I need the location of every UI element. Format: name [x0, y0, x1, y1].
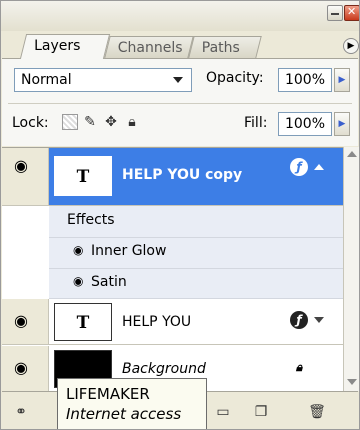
lock-transparent-pixels-icon[interactable]: [62, 114, 78, 130]
layer-name: HELP YOU: [122, 314, 192, 330]
effects-icon: ƒ: [290, 158, 308, 176]
divider: [8, 103, 352, 104]
visibility-toggle[interactable]: ◉: [2, 299, 49, 344]
lock-label: Lock:: [12, 115, 49, 131]
tooltip: LIFEMAKER Internet access: [57, 378, 207, 429]
visibility-toggle[interactable]: ◉: [2, 346, 49, 391]
fill-field[interactable]: 100%: [278, 112, 332, 136]
close-icon[interactable]: [344, 5, 359, 21]
eye-icon: ◉: [14, 156, 28, 175]
panel-tabs: Paths Channels Layers ▶: [13, 34, 359, 59]
layer-name: Background: [122, 361, 206, 377]
visibility-toggle[interactable]: ◉: [2, 148, 49, 205]
effect-name: Satin: [91, 274, 127, 290]
lock-position-icon[interactable]: ✥: [103, 114, 119, 130]
tab-channels[interactable]: Channels: [104, 36, 194, 58]
scroll-down-icon[interactable]: [347, 379, 357, 385]
effect-name: Inner Glow: [91, 243, 167, 259]
scroll-up-icon[interactable]: [347, 151, 357, 157]
effects-icon: ƒ: [290, 311, 308, 329]
lock-image-pixels-icon[interactable]: ✎: [82, 114, 98, 130]
layer-options: Normal Opacity: 100% ▶ Lock: ✎ ✥ 🔒︎ Fill…: [2, 58, 358, 146]
panel-titlebar: [1, 1, 359, 31]
opacity-slider-button[interactable]: ▶: [334, 68, 350, 92]
blend-mode-select[interactable]: Normal: [14, 68, 192, 92]
layers-panel: Paths Channels Layers ▶ Normal Opacity: …: [0, 0, 360, 430]
expand-arrow-icon[interactable]: [314, 317, 324, 323]
eye-icon: ◉: [14, 358, 28, 377]
lock-all-icon[interactable]: 🔒︎: [124, 114, 140, 130]
effect-row[interactable]: ◉ Satin: [49, 269, 343, 299]
layer-row[interactable]: ◉ T HELP YOU copy ƒ: [2, 148, 343, 206]
collapse-arrow-icon[interactable]: [314, 164, 324, 170]
effect-row[interactable]: ◉ Inner Glow: [49, 238, 343, 269]
panel-menu-icon[interactable]: ▶: [343, 38, 359, 54]
eye-icon[interactable]: ◉: [73, 274, 83, 288]
new-group-icon[interactable]: ▭: [214, 404, 232, 420]
tab-layers[interactable]: Layers: [19, 34, 111, 59]
layer-thumbnail: T: [54, 303, 112, 341]
layers-list: ◉ T HELP YOU copy ƒ Effects ◉ Inner Glow…: [2, 147, 343, 391]
new-layer-icon[interactable]: ❐: [252, 404, 270, 420]
tab-paths[interactable]: Paths: [188, 36, 262, 58]
effects-label: Effects: [67, 212, 115, 228]
layer-thumbnail: T: [54, 156, 112, 196]
lock-icon: 🔒︎: [295, 360, 303, 374]
minimize-icon[interactable]: [327, 5, 343, 21]
trash-icon[interactable]: 🗑︎: [308, 404, 326, 420]
chevron-down-icon: [173, 77, 183, 83]
opacity-label: Opacity:: [206, 70, 264, 86]
fill-label: Fill:: [244, 115, 268, 131]
link-layers-icon[interactable]: ⚭: [12, 404, 30, 420]
tooltip-title: LIFEMAKER: [66, 385, 150, 403]
layers-scrollbar[interactable]: [343, 147, 359, 391]
eye-icon[interactable]: ◉: [73, 243, 83, 257]
layer-name: HELP YOU copy: [122, 167, 243, 183]
effects-group: Effects: [49, 206, 343, 238]
tooltip-subtitle: Internet access: [66, 405, 182, 423]
fill-slider-button[interactable]: ▶: [334, 112, 350, 136]
layer-row[interactable]: ◉ T HELP YOU ƒ: [2, 299, 343, 345]
opacity-field[interactable]: 100%: [278, 68, 332, 92]
eye-icon: ◉: [14, 311, 28, 330]
